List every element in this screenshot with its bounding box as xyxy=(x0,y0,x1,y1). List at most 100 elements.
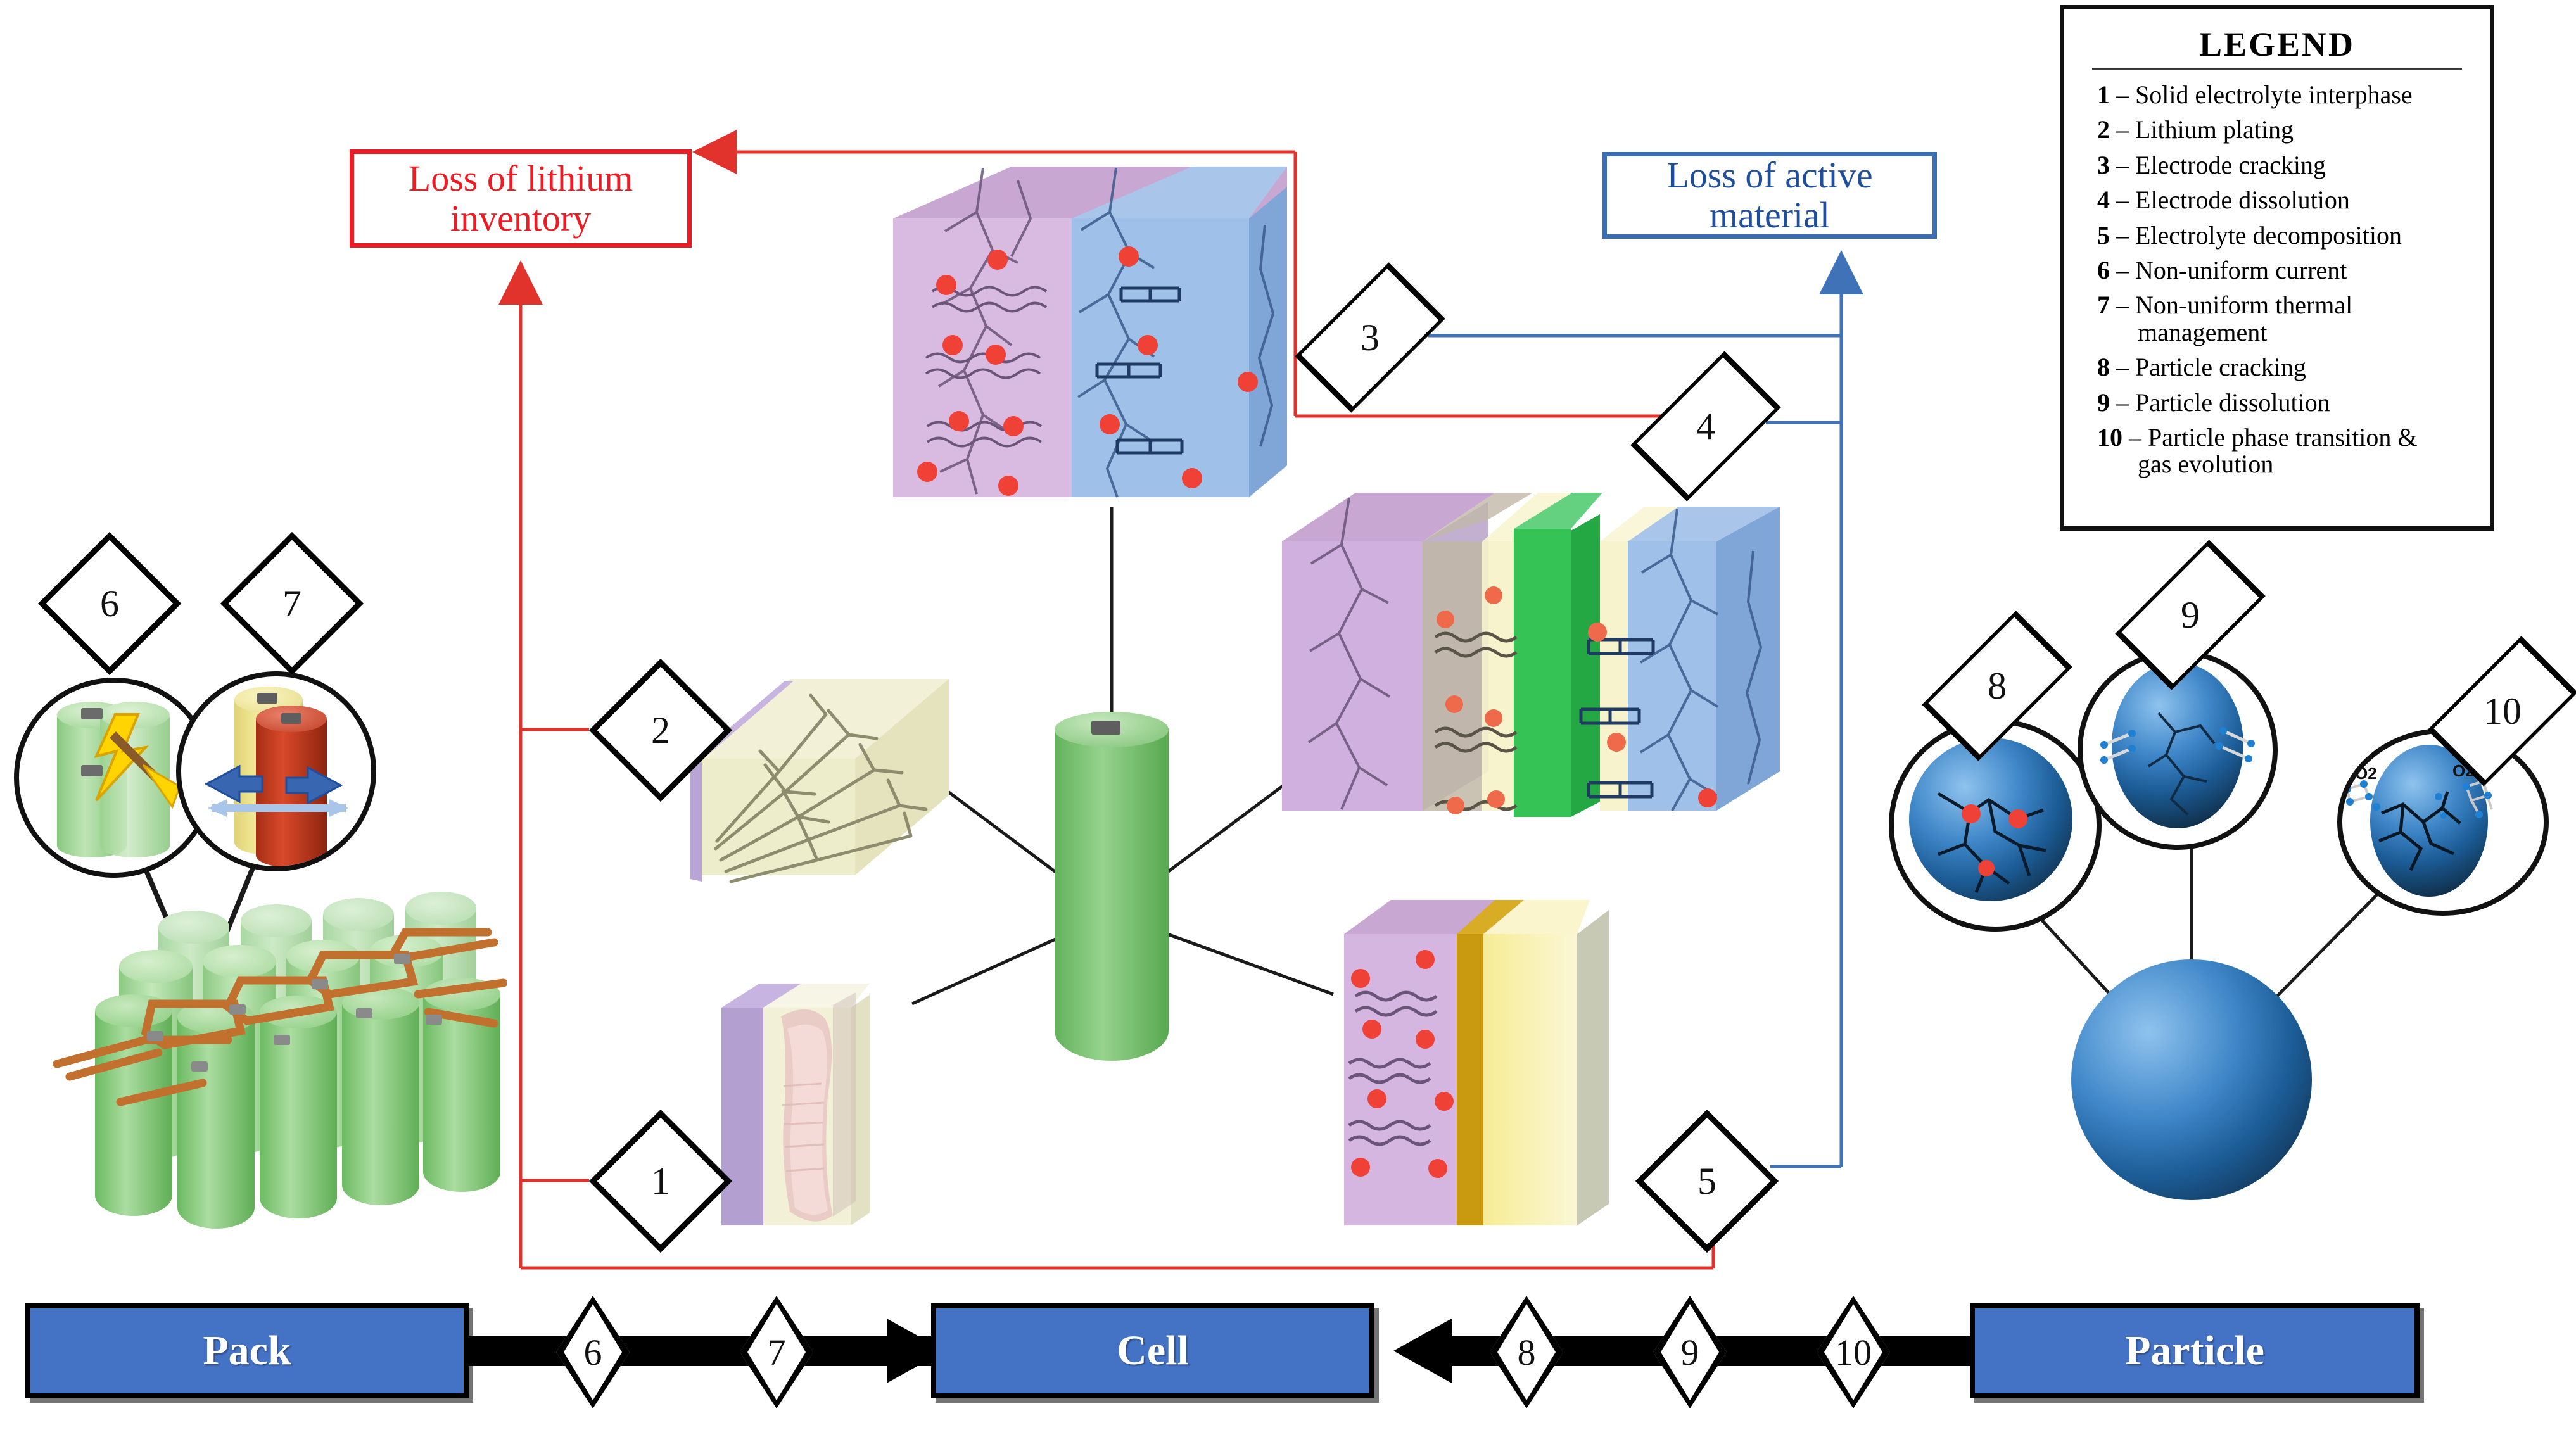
marker-4-label: 4 xyxy=(1696,405,1715,447)
legend-text: Particle dissolution xyxy=(2135,388,2330,417)
legend-item-1: 1 – Solid electrolyte interphase xyxy=(2097,80,2471,109)
marker-7[interactable]: 7 xyxy=(220,532,364,675)
legend-item-5: 5 – Electrolyte decomposition xyxy=(2097,222,2471,249)
marker-5-label: 5 xyxy=(1697,1160,1716,1202)
legend-text: Non-uniform thermal xyxy=(2135,291,2353,320)
marker-4[interactable]: 4 xyxy=(1634,355,1777,498)
electrolyte-decomposition-illustration xyxy=(1336,890,1621,1235)
legend-num: 7 xyxy=(2097,291,2110,320)
flow-marker-9[interactable]: 9 xyxy=(1653,1296,1727,1408)
loss-of-lithium-inventory-box: Loss of lithium inventory xyxy=(350,149,692,248)
legend-num: 6 xyxy=(2097,255,2110,284)
marker-3-label: 3 xyxy=(1361,317,1380,358)
legend-text-cont: management xyxy=(2138,317,2268,346)
legend-num: 1 xyxy=(2097,80,2110,109)
legend-item-10: 10 – Particle phase transition & gas evol… xyxy=(2097,424,2471,478)
legend-num: 5 xyxy=(2097,220,2110,250)
marker-6-label: 6 xyxy=(100,583,119,624)
marker-6[interactable]: 6 xyxy=(38,532,181,675)
legend-dash: – xyxy=(2116,150,2129,179)
cell-cylinder-illustration xyxy=(1055,709,1169,1077)
legend-text: Non-uniform current xyxy=(2135,255,2347,284)
loss-of-active-material-label: Loss of active material xyxy=(1666,154,1873,236)
legend-num: 9 xyxy=(2097,388,2110,417)
marker-1-label: 1 xyxy=(651,1160,670,1202)
legend-dash: – xyxy=(2116,80,2129,109)
legend-text: Particle phase transition & xyxy=(2148,422,2418,452)
legend-num: 3 xyxy=(2097,150,2110,179)
marker-8-label: 8 xyxy=(1988,665,2007,707)
legend-list: 1 – Solid electrolyte interphase 2 – Lit… xyxy=(2064,80,2490,478)
scale-flow-strip: Pack Cell Particle 6 7 8 9 10 xyxy=(0,1292,2576,1419)
legend-text: Lithium plating xyxy=(2135,115,2294,144)
scale-box-particle[interactable]: Particle xyxy=(1970,1303,2420,1398)
legend-num: 8 xyxy=(2097,353,2110,382)
loss-of-lithium-inventory-label: Loss of lithium inventory xyxy=(408,157,633,239)
flow-marker-8[interactable]: 8 xyxy=(1490,1296,1563,1408)
diagram-canvas: LEGEND 1 – Solid electrolyte interphase … xyxy=(0,0,2576,1430)
legend-dash: – xyxy=(2116,255,2129,284)
legend-dash: – xyxy=(2116,291,2129,320)
sei-illustration xyxy=(713,966,953,1238)
marker-2[interactable]: 2 xyxy=(589,659,732,802)
scale-box-cell[interactable]: Cell xyxy=(931,1303,1374,1398)
legend-item-2: 2 – Lithium plating xyxy=(2097,117,2471,143)
flow-marker-7[interactable]: 7 xyxy=(740,1296,813,1408)
legend-text: Solid electrolyte interphase xyxy=(2135,80,2413,109)
marker-9-label: 9 xyxy=(2181,594,2200,636)
loss-of-active-material-box: Loss of active material xyxy=(1602,152,1937,239)
legend-text: Electrode cracking xyxy=(2135,150,2326,179)
legend-title: LEGEND xyxy=(2198,25,2356,63)
marker-8[interactable]: 8 xyxy=(1926,614,2069,757)
legend-divider xyxy=(2092,68,2462,70)
o2-label-left: O2 xyxy=(2355,764,2377,783)
legend-dash: – xyxy=(2116,220,2129,250)
marker-10-label: 10 xyxy=(2484,690,2522,732)
flow-marker-10-label: 10 xyxy=(1835,1331,1872,1373)
legend-num: 2 xyxy=(2097,115,2110,144)
legend-text-cont: gas evolution xyxy=(2138,450,2274,479)
electrode-cracking-illustration xyxy=(882,155,1287,510)
cell-terminal xyxy=(1091,721,1120,735)
legend-item-4: 4 – Electrode dissolution xyxy=(2097,186,2471,215)
legend-dash: – xyxy=(2129,422,2141,452)
legend-item-7: 7 – Non-uniform thermal management xyxy=(2097,292,2471,346)
flow-marker-9-label: 9 xyxy=(1680,1331,1699,1373)
flow-marker-7-label: 7 xyxy=(767,1331,786,1373)
non-uniform-thermal-inset xyxy=(176,671,376,871)
flow-marker-6-label: 6 xyxy=(583,1331,602,1373)
marker-10[interactable]: 10 xyxy=(2431,640,2574,783)
marker-5[interactable]: 5 xyxy=(1635,1110,1779,1253)
legend-panel: LEGEND 1 – Solid electrolyte interphase … xyxy=(2060,5,2494,531)
legend-num: 10 xyxy=(2097,422,2122,452)
marker-7-label: 7 xyxy=(282,583,301,624)
legend-num: 4 xyxy=(2097,186,2110,215)
flow-marker-8-label: 8 xyxy=(1517,1331,1536,1373)
marker-9[interactable]: 9 xyxy=(2119,543,2262,687)
scale-box-cell-label: Cell xyxy=(1117,1327,1189,1374)
legend-text: Electrolyte decomposition xyxy=(2135,220,2402,250)
marker-1[interactable]: 1 xyxy=(589,1110,732,1253)
legend-item-3: 3 – Electrode cracking xyxy=(2097,150,2471,179)
electrode-dissolution-illustration xyxy=(1273,481,1792,944)
pack-busbars xyxy=(53,928,507,1106)
particle-sphere xyxy=(2071,959,2312,1200)
legend-dash: – xyxy=(2116,388,2129,417)
scale-box-pack[interactable]: Pack xyxy=(25,1303,469,1398)
flow-marker-6[interactable]: 6 xyxy=(556,1296,630,1408)
legend-item-9: 9 – Particle dissolution xyxy=(2097,389,2471,416)
flow-marker-10[interactable]: 10 xyxy=(1817,1296,1890,1408)
legend-dash: – xyxy=(2116,353,2129,382)
heat-flow-arrows-icon xyxy=(204,764,348,817)
scale-box-pack-label: Pack xyxy=(203,1327,291,1374)
legend-dash: – xyxy=(2116,186,2129,215)
legend-item-6: 6 – Non-uniform current xyxy=(2097,255,2471,284)
battery-pack-illustration xyxy=(51,874,507,1241)
marker-3[interactable]: 3 xyxy=(1298,266,1442,409)
legend-dash: – xyxy=(2116,115,2129,144)
marker-2-label: 2 xyxy=(651,709,670,751)
legend-text: Electrode dissolution xyxy=(2135,186,2350,215)
legend-text: Particle cracking xyxy=(2135,353,2306,382)
flow-arrow-to-cell-right xyxy=(1393,1319,1452,1383)
flow-bar-left xyxy=(469,1336,931,1366)
